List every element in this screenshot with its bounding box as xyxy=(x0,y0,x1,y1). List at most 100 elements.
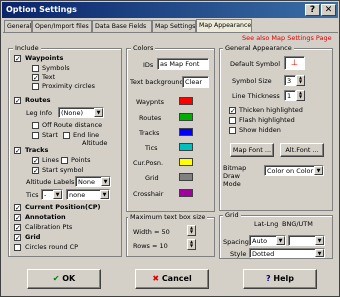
color-grid-swatch[interactable] xyxy=(179,173,193,181)
line-thickness-spinner[interactable]: ▲ ▼ xyxy=(296,90,305,101)
tracks-label: Tracks xyxy=(25,146,49,154)
thicken-highlighted-checkbox[interactable]: ✓ xyxy=(229,107,236,115)
bitmap-draw-mode-select[interactable]: Color on Color ▼ xyxy=(264,165,324,176)
color-tics-swatch[interactable] xyxy=(179,143,193,151)
help-title-button[interactable]: ? xyxy=(305,4,320,16)
see-also-note: See also Map Settings Page xyxy=(242,34,332,42)
color-crosshair-label: Crosshair xyxy=(133,190,164,198)
current-position-checkbox[interactable]: ✓ xyxy=(14,204,21,212)
default-symbol-picker[interactable]: ⊥ xyxy=(284,56,305,70)
colors-group-title: Colors xyxy=(131,44,156,52)
grid-label: Grid xyxy=(25,233,41,241)
color-cur-posn-swatch[interactable] xyxy=(179,158,193,166)
color-routes-swatch[interactable] xyxy=(179,113,193,121)
color-waypoints-swatch[interactable] xyxy=(179,97,193,105)
grid-style-select[interactable]: Dotted ▼ xyxy=(249,248,325,258)
chevron-down-icon: ▼ xyxy=(276,236,285,245)
color-tracks-swatch[interactable] xyxy=(179,128,193,136)
color-waypoints-label: Waypnts xyxy=(136,98,165,106)
tab-map-settings[interactable]: Map Settings xyxy=(152,20,196,32)
color-routes-label: Routes xyxy=(139,114,162,122)
start-symbol-checkbox[interactable]: ✓ xyxy=(32,167,39,175)
start-symbol-label: Start symbol xyxy=(42,166,84,174)
symbol-size-spinner[interactable]: ▲ ▼ xyxy=(296,75,305,86)
routes-label: Routes xyxy=(25,96,51,104)
altitude-label: Altitude xyxy=(82,139,108,147)
waypoints-checkbox[interactable]: ✓ xyxy=(14,55,21,63)
start-checkbox[interactable] xyxy=(32,132,39,139)
tab-map-appearance[interactable]: Map Appearance xyxy=(196,19,252,32)
circles-cp-label: Circles round CP xyxy=(25,243,79,251)
map-font-button[interactable]: Map Font ... xyxy=(230,143,274,157)
text-label: Text xyxy=(42,73,56,81)
line-thickness-field[interactable]: 1 xyxy=(284,90,296,101)
tics-label: Tics xyxy=(26,191,39,199)
alt-font-button[interactable]: Alt.Font ... xyxy=(280,143,324,157)
chevron-down-icon: ▼ xyxy=(314,166,323,175)
ok-button-label: OK xyxy=(62,274,76,283)
help-button[interactable]: ? Help xyxy=(243,269,317,289)
off-route-checkbox[interactable] xyxy=(32,122,39,129)
cancel-x-icon: ✖ xyxy=(152,274,160,283)
leg-info-select[interactable]: (None) ▼ xyxy=(58,107,104,118)
text-box-width-spinner[interactable]: ▲ ▼ xyxy=(187,225,196,236)
lines-checkbox[interactable]: ✓ xyxy=(32,157,39,165)
chevron-down-icon: ▼ xyxy=(315,236,324,245)
symbols-checkbox[interactable] xyxy=(32,65,39,72)
color-tracks-label: Tracks xyxy=(139,129,160,137)
chevron-down-icon: ▼ xyxy=(53,190,62,199)
tics-interval-select[interactable]: - ▼ xyxy=(41,189,63,200)
proximity-label: Proximity circles xyxy=(42,82,96,90)
flash-highlighted-label: Flash highlighted xyxy=(239,116,295,124)
thicken-highlighted-label: Thicken highlighted xyxy=(239,106,303,114)
include-group-title: Include xyxy=(13,44,41,52)
chevron-down-icon: ▼ xyxy=(315,249,324,257)
calibration-checkbox[interactable]: ✓ xyxy=(14,224,21,232)
cancel-button-label: Cancel xyxy=(161,274,192,283)
tab-open-import[interactable]: Open/Import files xyxy=(32,20,92,32)
color-cur-posn-label: Cur.Posn. xyxy=(133,159,164,167)
text-box-rows-spinner[interactable]: ▲ ▼ xyxy=(187,239,196,250)
points-checkbox[interactable] xyxy=(61,157,68,164)
grid-spacing-select[interactable]: Auto ▼ xyxy=(249,235,286,246)
circles-cp-checkbox[interactable] xyxy=(14,244,21,251)
symbol-size-field[interactable]: 3 xyxy=(284,75,296,86)
color-grid-label: Grid xyxy=(145,174,159,182)
flash-highlighted-checkbox[interactable] xyxy=(229,117,236,124)
tab-general[interactable]: General xyxy=(4,20,32,32)
annotation-checkbox[interactable]: ✓ xyxy=(14,214,21,222)
text-background-label: Text background xyxy=(130,78,184,86)
text-checkbox[interactable]: ✓ xyxy=(32,74,39,82)
show-hidden-label: Show hidden xyxy=(239,126,281,134)
color-crosshair-swatch[interactable] xyxy=(179,189,193,197)
tab-database-fields[interactable]: Data Base Fields xyxy=(92,20,152,32)
grid-checkbox[interactable]: ✓ xyxy=(14,234,21,242)
ids-field[interactable]: as Map Font xyxy=(157,58,209,70)
proximity-checkbox[interactable] xyxy=(32,83,39,90)
checkmark-icon: ✔ xyxy=(52,274,60,283)
chevron-down-icon: ▼ xyxy=(101,177,110,186)
altitude-labels-value: None xyxy=(78,178,95,186)
text-background-field[interactable]: Clear xyxy=(182,76,209,88)
grid-spacing-utm-select[interactable]: ▼ xyxy=(288,235,325,246)
tracks-checkbox[interactable]: ✓ xyxy=(14,147,21,155)
text-box-size-group xyxy=(126,217,215,257)
ok-button[interactable]: ✔ OK xyxy=(27,269,101,289)
question-icon: ? xyxy=(265,274,271,283)
end-line-checkbox[interactable] xyxy=(63,132,70,139)
tics-interval-value: - xyxy=(44,191,47,199)
default-symbol-label: Default Symbol xyxy=(230,60,281,68)
routes-checkbox[interactable]: ✓ xyxy=(14,97,21,105)
tics-type-value: none xyxy=(69,191,86,199)
ids-label: IDs xyxy=(143,61,154,69)
tics-type-select[interactable]: none ▼ xyxy=(66,189,110,200)
show-hidden-checkbox[interactable] xyxy=(229,127,236,134)
points-label: Points xyxy=(71,156,91,164)
cancel-button[interactable]: ✖ Cancel xyxy=(135,269,209,289)
tab-divider xyxy=(3,32,338,33)
close-button[interactable]: ✕ xyxy=(321,4,336,16)
grid-style-value: Dotted xyxy=(252,250,275,258)
general-appearance-title: General Appearance xyxy=(223,44,294,52)
altitude-labels-select[interactable]: None ▼ xyxy=(75,176,111,187)
option-settings-window: Option Settings ? ✕ General Open/Import … xyxy=(0,0,340,297)
